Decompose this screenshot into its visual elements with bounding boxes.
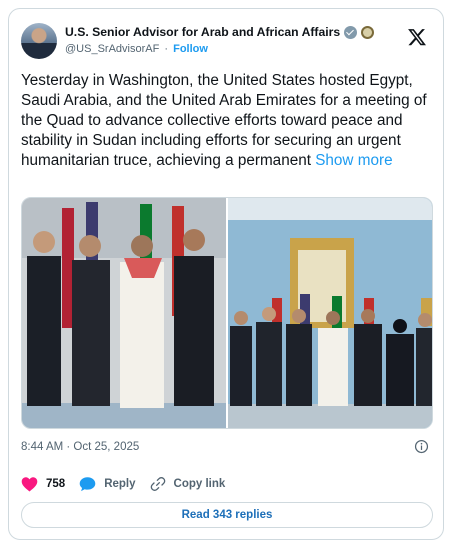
post-header: U.S. Senior Advisor for Arab and African… <box>21 23 431 63</box>
action-bar: 758 Reply Copy link <box>21 473 225 495</box>
handle[interactable]: @US_SrAdvisorAF <box>65 43 159 55</box>
reply-bubble-icon <box>79 477 96 492</box>
media-grid[interactable] <box>21 197 433 429</box>
read-replies-button[interactable]: Read 343 replies <box>21 502 433 528</box>
heart-icon <box>21 477 38 492</box>
separator: · <box>164 43 169 55</box>
post-card[interactable]: U.S. Senior Advisor for Arab and African… <box>8 8 444 540</box>
reply-button[interactable]: Reply <box>79 476 136 492</box>
verified-badge-icon[interactable] <box>344 25 358 39</box>
link-icon <box>150 477 165 491</box>
agency-seal-icon <box>361 25 375 39</box>
post-text: Yesterday in Washington, the United Stat… <box>21 71 435 171</box>
like-count: 758 <box>46 478 66 490</box>
follow-button[interactable]: Follow <box>173 43 208 55</box>
name-row: U.S. Senior Advisor for Arab and African… <box>65 25 375 39</box>
photo-officials-with-flags[interactable] <box>22 198 226 428</box>
reply-label: Reply <box>104 478 136 490</box>
copy-link-button[interactable]: Copy link <box>150 476 226 492</box>
x-logo-icon[interactable] <box>407 27 427 47</box>
show-more-link[interactable]: Show more <box>315 152 392 169</box>
info-icon[interactable] <box>414 439 429 454</box>
post-timestamp[interactable]: 8:44 AM · Oct 25, 2025 <box>21 441 139 453</box>
photo-group-delegation[interactable] <box>228 198 432 428</box>
handle-row: @US_SrAdvisorAF · Follow <box>65 43 208 55</box>
like-button[interactable]: 758 <box>21 476 65 492</box>
display-name[interactable]: U.S. Senior Advisor for Arab and African… <box>65 25 340 39</box>
avatar[interactable] <box>21 23 57 59</box>
photo-right-illustration <box>228 198 432 428</box>
copy-link-label: Copy link <box>173 478 226 490</box>
photo-left-illustration <box>22 198 226 428</box>
